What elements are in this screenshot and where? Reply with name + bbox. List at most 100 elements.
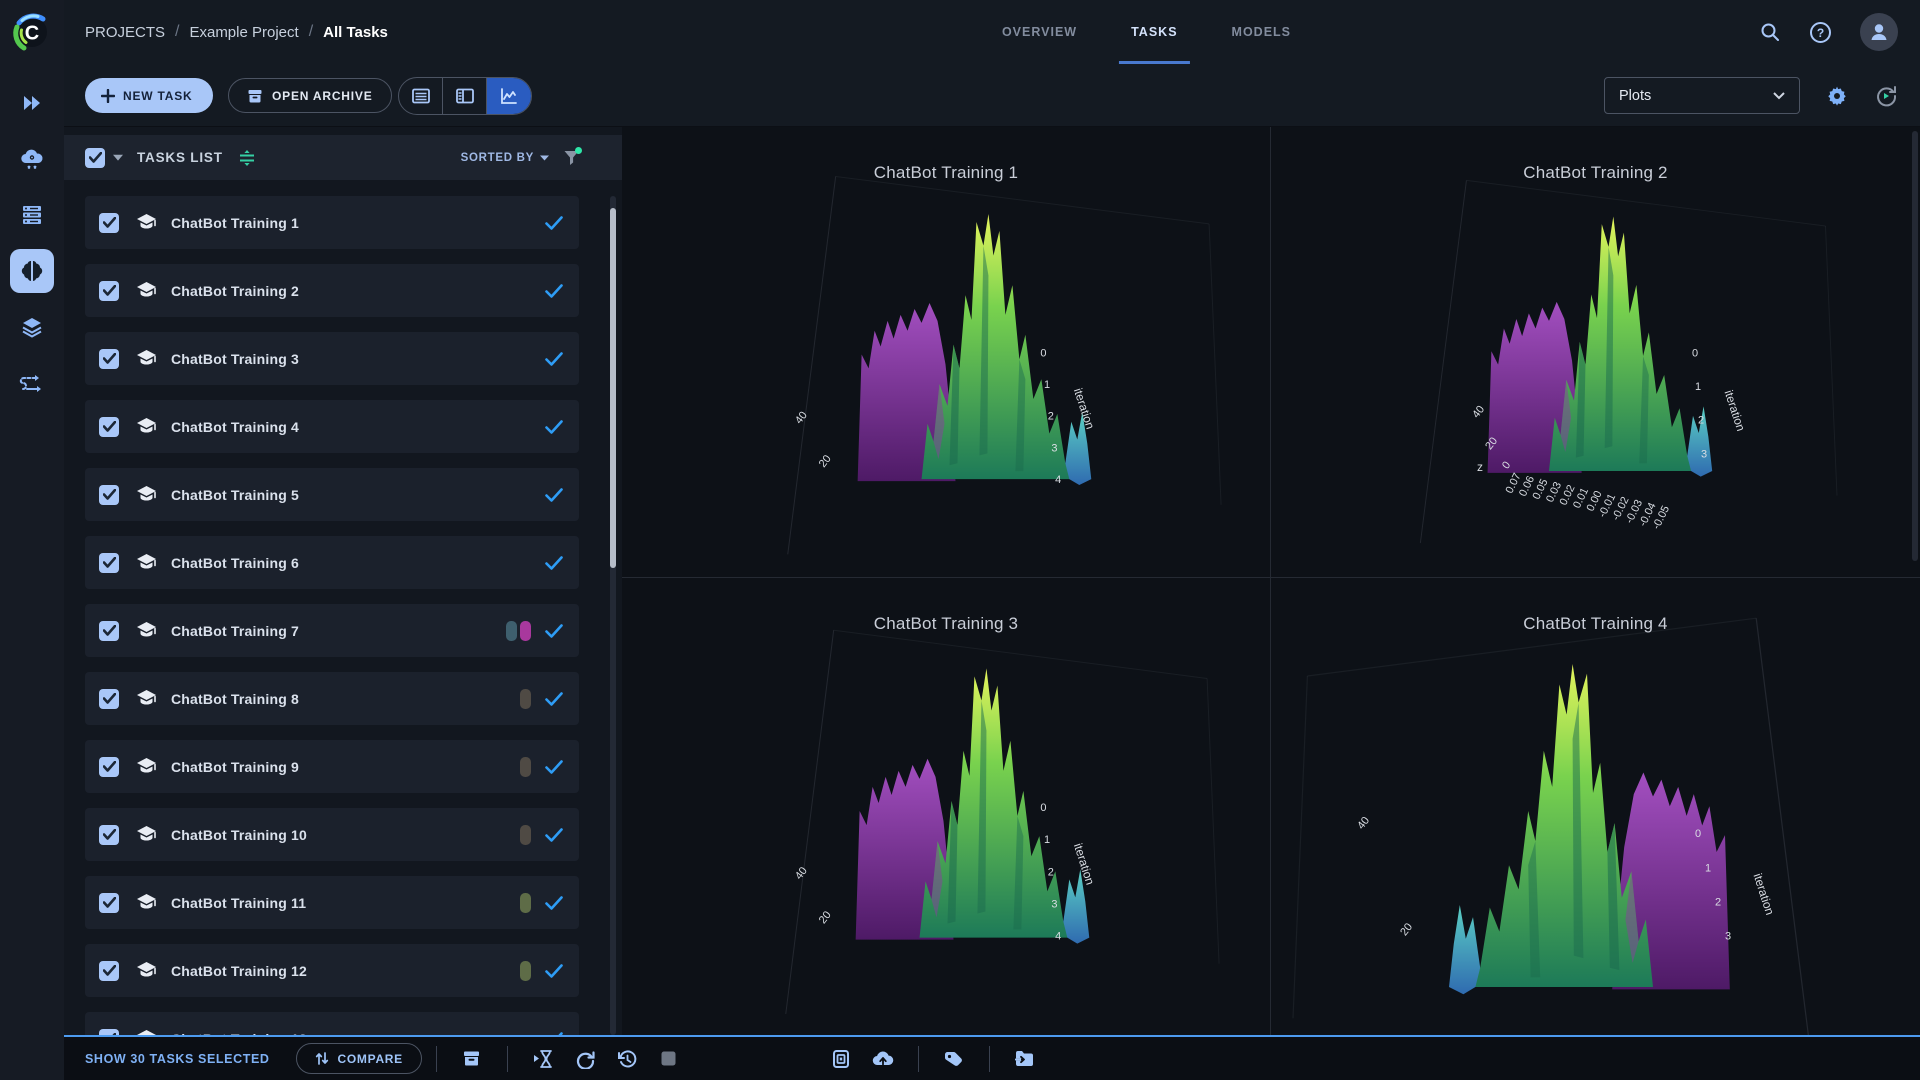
task-tags [520, 893, 531, 913]
task-type-icon [136, 621, 157, 640]
task-row[interactable]: ChatBot Training 4 [85, 400, 579, 453]
task-row[interactable]: ChatBot Training 1 [85, 196, 579, 249]
pipeline-icon [19, 370, 45, 396]
breadcrumb-project[interactable]: Example Project [189, 24, 298, 41]
open-archive-button[interactable]: OPEN ARCHIVE [228, 78, 392, 113]
task-row[interactable]: ChatBot Training 8 [85, 672, 579, 725]
filter-active-dot [575, 147, 582, 154]
select-all-checkbox[interactable] [85, 148, 105, 168]
svg-text:1: 1 [1044, 379, 1050, 391]
task-checkbox[interactable] [99, 417, 119, 437]
selected-count-text[interactable]: SHOW 30 TASKS SELECTED [85, 1052, 270, 1066]
task-checkbox[interactable] [99, 213, 119, 233]
adjust-columns-icon[interactable] [238, 149, 256, 167]
task-checkbox[interactable] [99, 961, 119, 981]
clearml-logo[interactable]: C [10, 10, 54, 54]
task-row[interactable]: ChatBot Training 5 [85, 468, 579, 521]
svg-text:2: 2 [1698, 415, 1704, 427]
svg-text:3: 3 [1725, 931, 1731, 943]
task-row[interactable]: ChatBot Training 11 [85, 876, 579, 929]
plot-title: ChatBot Training 4 [1271, 614, 1920, 634]
enqueue-hourglass-icon[interactable] [522, 1049, 564, 1069]
tags-icon[interactable] [933, 1050, 975, 1068]
tab-models[interactable]: MODELS [1228, 0, 1295, 64]
task-checkbox[interactable] [99, 553, 119, 573]
task-checkbox[interactable] [99, 825, 119, 845]
svg-text:iteration: iteration [1071, 386, 1098, 430]
sidebar-item-experiments[interactable] [10, 249, 54, 293]
task-row[interactable]: ChatBot Training 3 [85, 332, 579, 385]
task-checkbox[interactable] [99, 349, 119, 369]
metric-type-select[interactable]: Plots [1604, 77, 1800, 114]
retry-icon[interactable] [564, 1049, 606, 1069]
tasks-scrollbar[interactable] [610, 196, 616, 1035]
avatar[interactable] [1860, 13, 1898, 51]
settings-gear-icon[interactable] [1826, 85, 1848, 107]
task-checkbox[interactable] [99, 281, 119, 301]
task-checkbox[interactable] [99, 621, 119, 641]
task-row[interactable]: ChatBot Training 12 [85, 944, 579, 997]
svg-text:4: 4 [1055, 931, 1061, 943]
header-icons: ? [1759, 0, 1898, 64]
plot-title: ChatBot Training 2 [1271, 163, 1920, 183]
task-type-icon [136, 349, 157, 368]
sidebar-item-workers[interactable] [10, 193, 54, 237]
compare-button[interactable]: COMPARE [296, 1043, 422, 1074]
table-view-icon [411, 86, 431, 106]
abort-icon [648, 1050, 690, 1067]
sidebar-item-datasets[interactable] [10, 305, 54, 349]
main-tabs: OVERVIEW TASKS MODELS [998, 0, 1295, 64]
top-header: PROJECTS / Example Project / All Tasks O… [64, 0, 1920, 64]
breadcrumb-separator: / [175, 23, 179, 41]
publish-cloud-icon[interactable] [862, 1049, 904, 1069]
search-icon[interactable] [1759, 21, 1781, 43]
svg-text:0: 0 [1040, 802, 1046, 814]
tasks-scrollbar-thumb[interactable] [610, 208, 616, 568]
sorted-by-button[interactable]: SORTED BY [461, 152, 549, 164]
task-row[interactable]: ChatBot Training 10 [85, 808, 579, 861]
filter-icon[interactable] [563, 149, 580, 166]
sidebar-item-pipelines[interactable] [10, 361, 54, 405]
table-view-button[interactable] [399, 78, 443, 114]
sidebar-item-getting-started[interactable] [10, 81, 54, 125]
task-type-icon [136, 689, 157, 708]
chevron-down-icon [1773, 92, 1785, 100]
new-task-button[interactable]: NEW TASK [85, 78, 213, 113]
task-type-icon [136, 417, 157, 436]
status-completed-icon [545, 352, 563, 366]
task-checkbox[interactable] [99, 757, 119, 777]
task-row[interactable]: ChatBot Training 2 [85, 264, 579, 317]
task-checkbox[interactable] [99, 893, 119, 913]
breadcrumb-projects[interactable]: PROJECTS [85, 24, 165, 41]
split-view-button[interactable] [443, 78, 487, 114]
task-row[interactable]: ChatBot Training 9 [85, 740, 579, 793]
plot-cell[interactable]: 0123iteration402000.070.060.050.030.020.… [1271, 127, 1920, 578]
sidebar-item-cloud[interactable] [10, 137, 54, 181]
status-completed-icon [545, 760, 563, 774]
svg-text:40: 40 [1355, 815, 1372, 832]
tab-tasks[interactable]: TASKS [1127, 0, 1181, 64]
plot-cell[interactable]: 01234iteration40200100908070605040302 Ch… [622, 578, 1271, 1035]
move-to-project-icon[interactable] [1004, 1049, 1046, 1068]
plot-cell[interactable]: 0123iteration4020 ChatBot Training 4 [1271, 578, 1920, 1035]
task-row[interactable]: ChatBot Training 13 [85, 1012, 579, 1035]
tag-pill [520, 961, 531, 981]
plots-scrollbar-thumb[interactable] [1912, 131, 1918, 561]
tab-overview[interactable]: OVERVIEW [998, 0, 1081, 64]
task-type-icon [136, 213, 157, 232]
task-row[interactable]: ChatBot Training 7 [85, 604, 579, 657]
auto-refresh-icon[interactable] [1874, 84, 1898, 108]
reset-history-icon[interactable] [606, 1049, 648, 1069]
task-checkbox[interactable] [99, 689, 119, 709]
plots-view-button[interactable] [487, 78, 531, 114]
view-worker-icon[interactable] [820, 1049, 862, 1069]
svg-text:3: 3 [1701, 448, 1707, 460]
task-row[interactable]: ChatBot Training 6 [85, 536, 579, 589]
svg-text:40: 40 [793, 409, 810, 426]
help-icon[interactable]: ? [1809, 21, 1832, 44]
svg-text:1: 1 [1044, 834, 1050, 846]
select-mode-caret-icon[interactable] [113, 154, 123, 161]
archive-icon[interactable] [451, 1049, 493, 1068]
plot-cell[interactable]: 01234iteration402000.070.060.050.030.020… [622, 127, 1271, 578]
task-checkbox[interactable] [99, 485, 119, 505]
